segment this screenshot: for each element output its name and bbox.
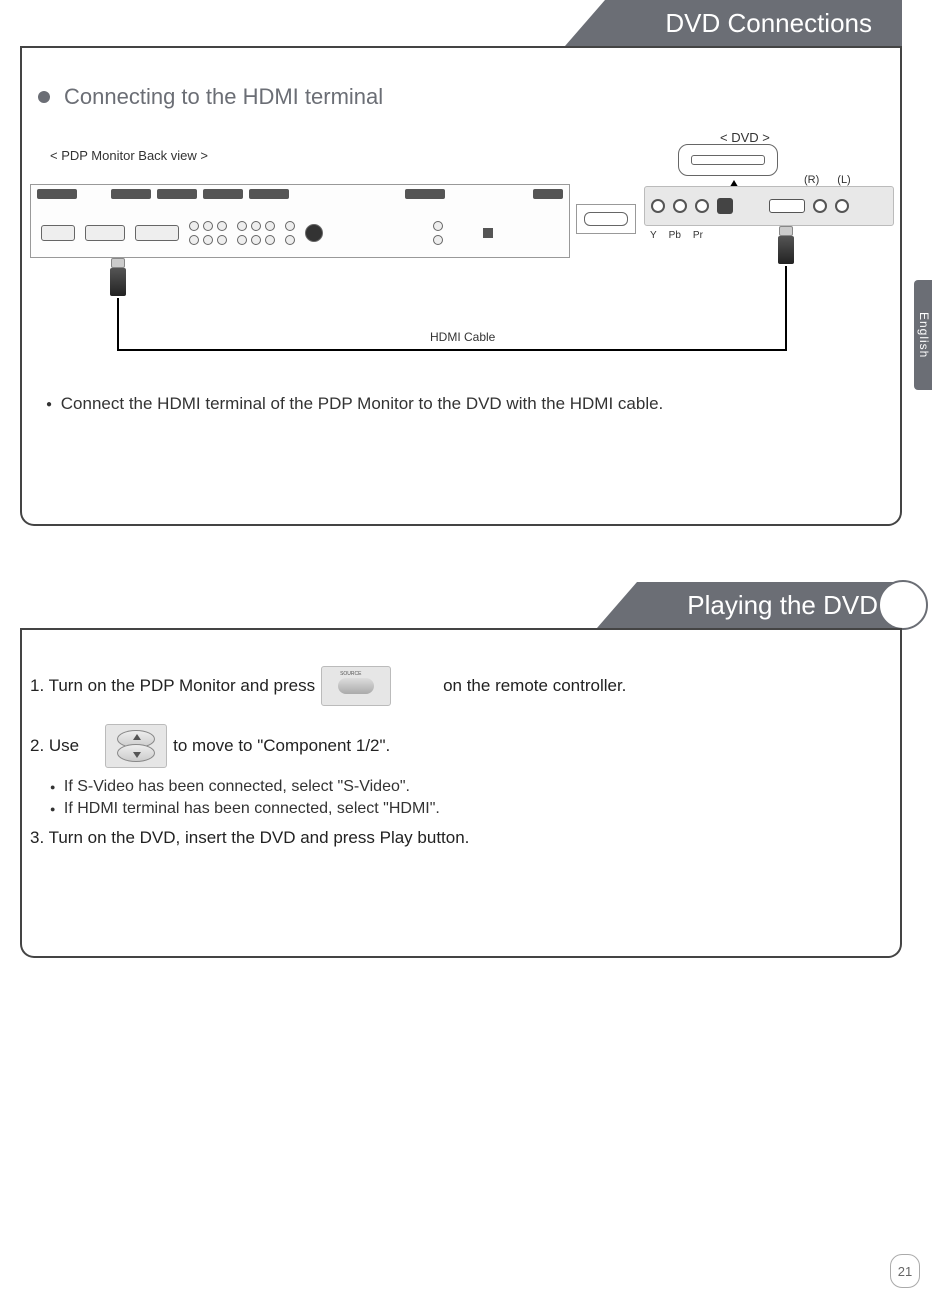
source-button-icon	[338, 678, 374, 694]
instruction-text: ● Connect the HDMI terminal of the PDP M…	[46, 390, 902, 417]
step2-part-a: 2. Use	[30, 736, 79, 756]
source-button-illustration	[321, 666, 391, 706]
side-tab-text: English	[917, 312, 931, 358]
subheading-text: Connecting to the HDMI terminal	[64, 84, 383, 110]
section-header-playing-dvd: Playing the DVD	[637, 582, 902, 628]
hdmi-plug-right	[778, 226, 794, 266]
label-r: (R)	[804, 174, 819, 186]
dvd-back-panel	[644, 186, 894, 226]
bullet-small-icon: ●	[50, 782, 55, 792]
step1-part-a: 1. Turn on the PDP Monitor and press	[30, 676, 315, 696]
bullet-small-icon: ●	[50, 804, 55, 814]
hdmi-plug-left	[110, 258, 126, 298]
nav-button-icon	[117, 730, 155, 762]
section-hdmi-connection: Connecting to the HDMI terminal < PDP Mo…	[20, 70, 902, 530]
bullet-small-icon: ●	[46, 399, 52, 410]
section-header-dvd-connections: DVD Connections	[605, 0, 902, 46]
note-svideo: ● If S-Video has been connected, select …	[50, 778, 892, 796]
language-tab: English	[914, 280, 932, 390]
label-backview: < PDP Monitor Back view >	[50, 148, 208, 163]
dvd-player-illustration	[678, 144, 778, 176]
step3-text: 3. Turn on the DVD, insert the DVD and p…	[30, 828, 469, 848]
step1-part-b: on the remote controller.	[443, 676, 626, 696]
header2-text: Playing the DVD	[687, 590, 878, 621]
label-hdmi-cable: HDMI Cable	[430, 330, 495, 344]
label-l: (L)	[837, 174, 850, 186]
label-y: Y	[650, 230, 657, 241]
dvi-port-box	[576, 204, 636, 234]
connection-diagram: < PDP Monitor Back view > < DVD >	[30, 130, 892, 380]
component-labels: Y Pb Pr	[650, 230, 703, 241]
instruction: Connect the HDMI terminal of the PDP Mon…	[61, 394, 664, 413]
page-number: 21	[890, 1254, 920, 1288]
section-playing-dvd: 1. Turn on the PDP Monitor and press on …	[30, 656, 892, 858]
label-pr: Pr	[693, 230, 703, 241]
circle-decoration	[878, 580, 928, 630]
nav-button-illustration	[105, 724, 167, 768]
step-3: 3. Turn on the DVD, insert the DVD and p…	[30, 828, 892, 848]
step-2: 2. Use to move to "Component 1/2".	[30, 724, 892, 768]
header-text: DVD Connections	[665, 8, 872, 39]
rl-labels: (R) (L)	[804, 174, 851, 186]
pdp-back-panel	[30, 184, 570, 258]
note2-text: If HDMI terminal has been connected, sel…	[64, 800, 440, 817]
note-hdmi: ● If HDMI terminal has been connected, s…	[50, 800, 892, 818]
label-dvd: < DVD >	[720, 130, 770, 145]
step-1: 1. Turn on the PDP Monitor and press on …	[30, 666, 892, 706]
subheading: Connecting to the HDMI terminal	[38, 84, 902, 110]
bullet-icon	[38, 91, 50, 103]
note1-text: If S-Video has been connected, select "S…	[64, 778, 410, 795]
label-pb: Pb	[669, 230, 681, 241]
step2-part-b: to move to "Component 1/2".	[173, 736, 390, 756]
page-number-text: 21	[898, 1264, 912, 1279]
